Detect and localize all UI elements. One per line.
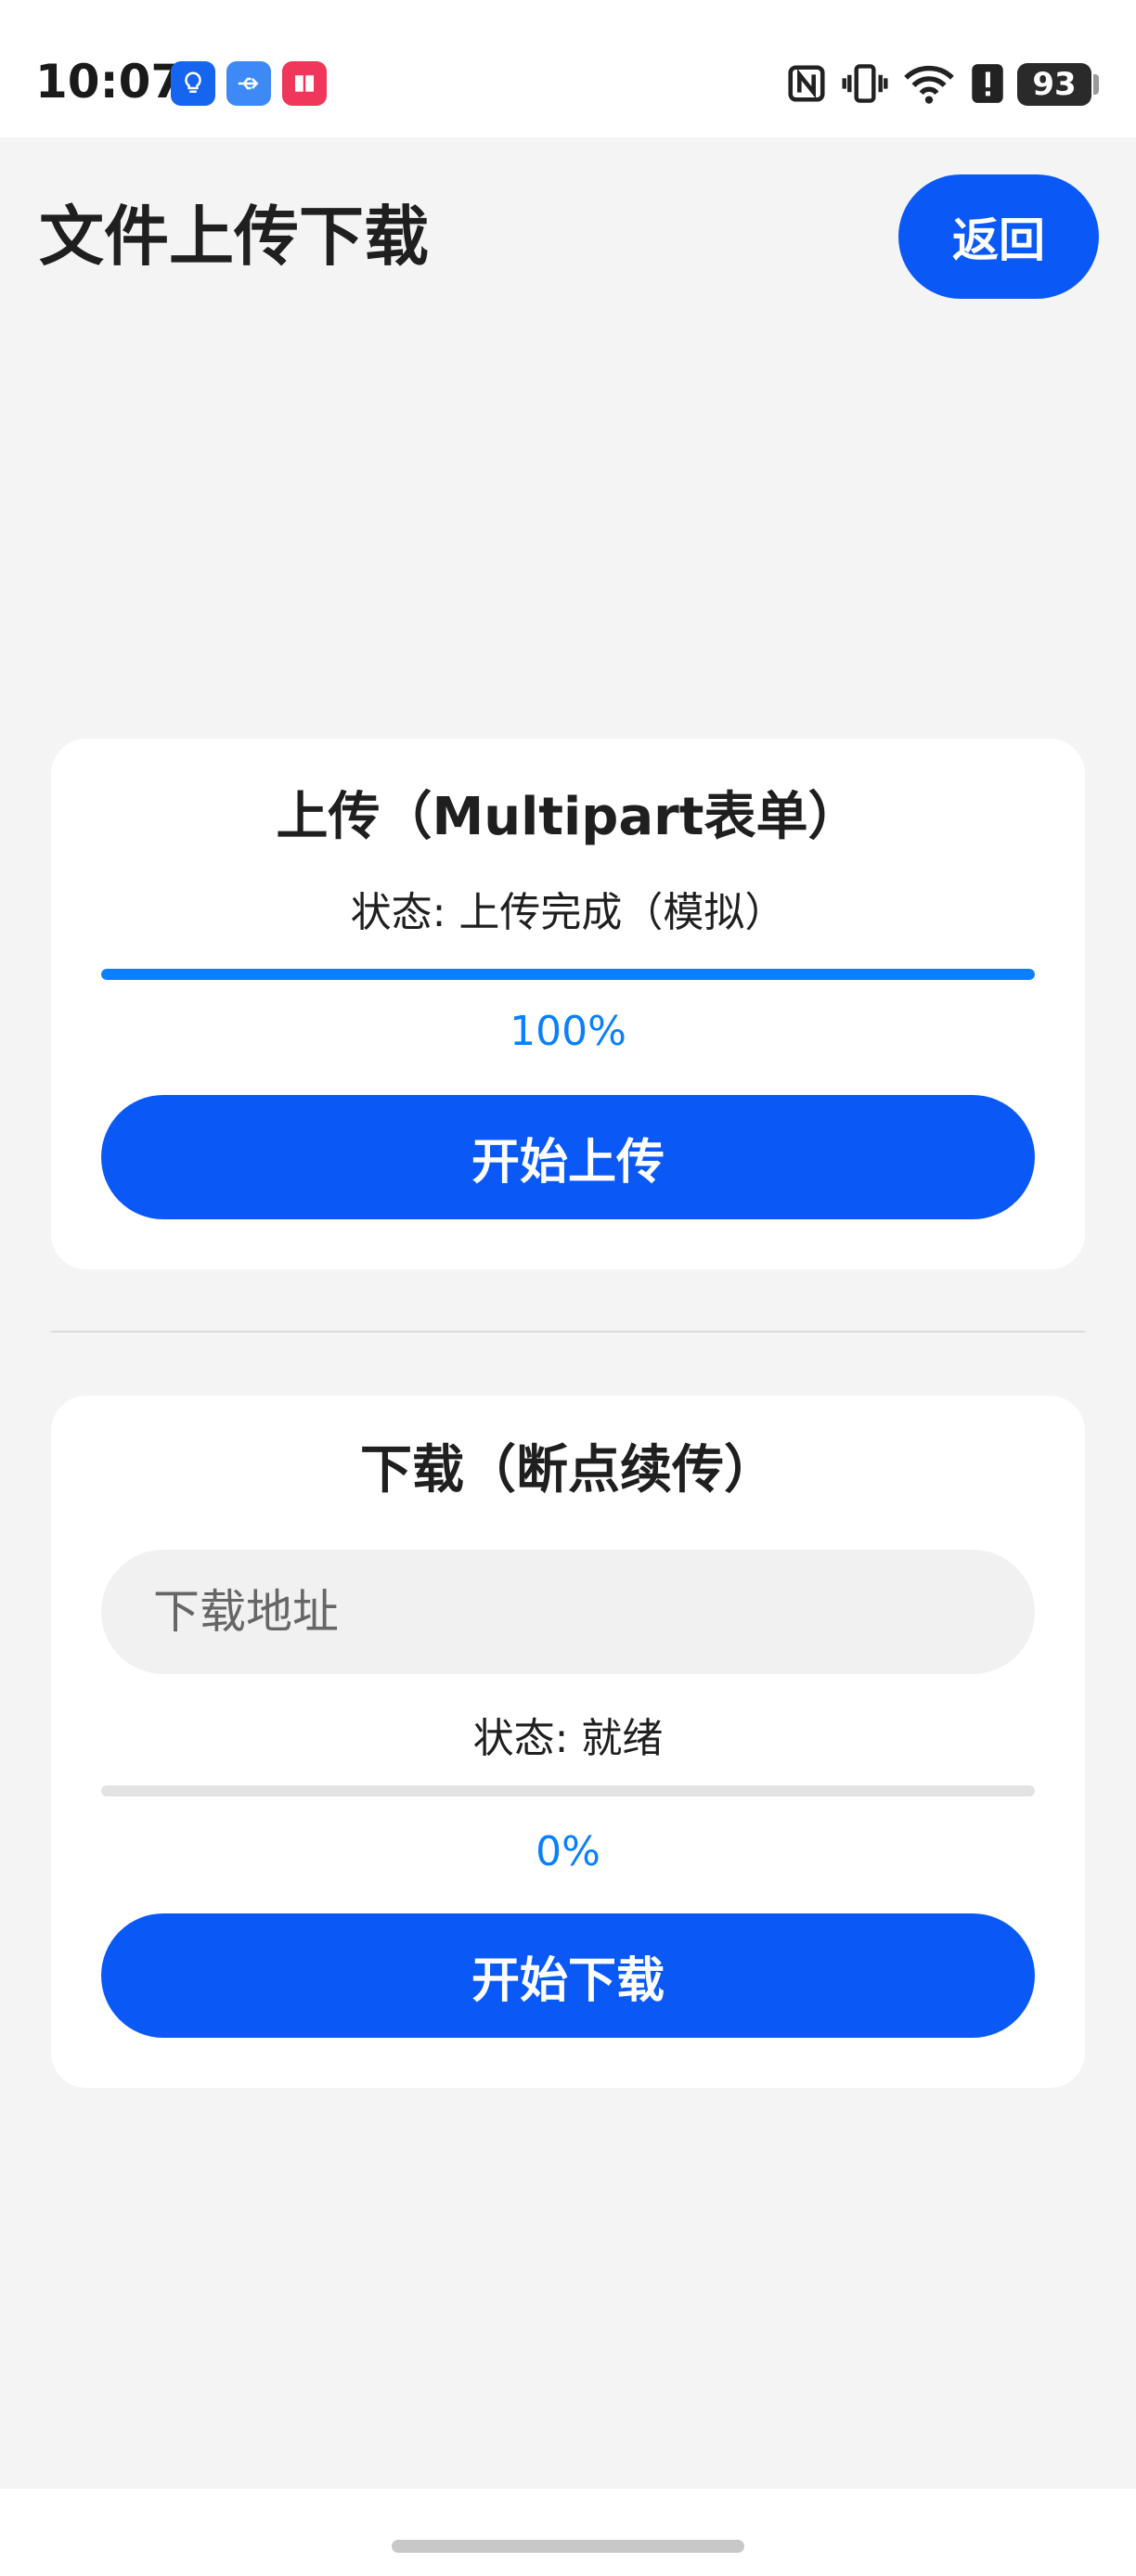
upload-status: 状态: 上传完成（模拟） [350, 889, 786, 936]
upload-progress-fill [101, 969, 1035, 980]
download-percent: 0% [536, 1828, 600, 1875]
back-button[interactable]: 返回 [898, 174, 1099, 299]
nfc-icon [785, 61, 828, 106]
home-indicator[interactable] [392, 2540, 744, 2553]
upload-progress-bar [101, 969, 1035, 980]
status-bar: 10:07 93 [0, 0, 1136, 137]
status-time: 10:07 [35, 55, 184, 109]
battery-tip [1093, 74, 1099, 95]
usb-icon [226, 61, 271, 106]
section-divider [51, 1331, 1085, 1333]
battery-icon: 93 [1017, 63, 1091, 106]
page-title: 文件上传下载 [39, 199, 429, 275]
download-status: 状态: 就绪 [472, 1715, 664, 1762]
book-icon [282, 61, 327, 106]
wifi-icon [902, 61, 956, 106]
start-download-button[interactable]: 开始下载 [101, 1913, 1035, 2038]
navigation-bar [0, 2489, 1136, 2576]
download-progress-bar [101, 1785, 1035, 1797]
vibrate-icon [841, 61, 889, 106]
start-upload-button[interactable]: 开始上传 [101, 1095, 1035, 1219]
alert-icon [969, 61, 1006, 106]
download-card: 下载（断点续传） 状态: 就绪 0% 开始下载 [51, 1396, 1085, 2088]
download-title: 下载（断点续传） [360, 1440, 776, 1501]
upload-card: 上传（Multipart表单） 状态: 上传完成（模拟） 100% 开始上传 [51, 739, 1085, 1269]
bulb-icon [171, 61, 215, 106]
upload-title: 上传（Multipart表单） [276, 787, 860, 847]
upload-percent: 100% [510, 1008, 626, 1055]
download-url-input[interactable] [101, 1550, 1035, 1674]
